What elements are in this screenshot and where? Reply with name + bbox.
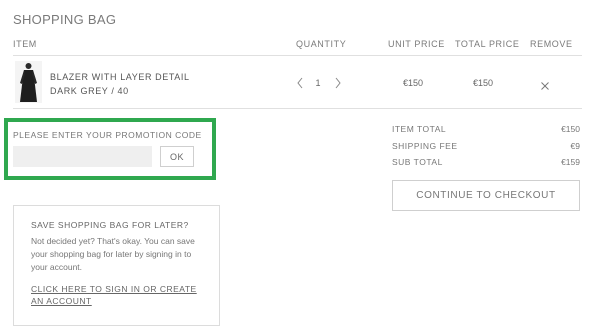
column-header-remove: REMOVE	[530, 39, 573, 49]
shipping-fee-label: SHIPPING FEE	[392, 141, 458, 151]
chevron-left-icon	[297, 77, 303, 89]
unit-price: €150	[403, 78, 424, 88]
quantity-increase-button[interactable]	[333, 76, 343, 90]
total-price: €150	[473, 78, 494, 88]
shipping-fee-value: €9	[570, 141, 580, 151]
product-thumbnail[interactable]	[15, 61, 42, 103]
divider	[13, 55, 582, 56]
product-variant: DARK GREY / 40	[50, 86, 129, 96]
close-icon	[541, 82, 549, 90]
divider	[13, 108, 582, 109]
page-title: SHOPPING BAG	[13, 12, 117, 27]
continue-to-checkout-button[interactable]: CONTINUE TO CHECKOUT	[392, 180, 580, 211]
quantity-value: 1	[315, 78, 321, 88]
save-bag-title: SAVE SHOPPING BAG FOR LATER?	[31, 220, 189, 230]
quantity-decrease-button[interactable]	[295, 76, 305, 90]
promo-code-input[interactable]	[13, 146, 152, 167]
column-header-quantity: QUANTITY	[296, 39, 347, 49]
sign-in-link[interactable]: CLICK HERE TO SIGN IN OR CREATE AN ACCOU…	[31, 283, 207, 307]
promo-ok-button[interactable]: OK	[160, 146, 194, 167]
column-header-item: ITEM	[13, 39, 37, 49]
sub-total-value: €159	[561, 157, 580, 167]
column-header-unit-price: UNIT PRICE	[388, 39, 445, 49]
model-thumbnail-icon	[15, 61, 42, 103]
item-total-label: ITEM TOTAL	[392, 124, 447, 134]
column-header-total-price: TOTAL PRICE	[455, 39, 520, 49]
promo-code-label: PLEASE ENTER YOUR PROMOTION CODE	[13, 130, 202, 140]
chevron-right-icon	[335, 77, 341, 89]
item-total-value: €150	[561, 124, 580, 134]
product-name[interactable]: BLAZER WITH LAYER DETAIL	[50, 72, 190, 82]
sub-total-label: SUB TOTAL	[392, 157, 443, 167]
save-bag-text: Not decided yet? That's okay. You can sa…	[31, 236, 195, 272]
remove-item-button[interactable]	[540, 78, 550, 90]
